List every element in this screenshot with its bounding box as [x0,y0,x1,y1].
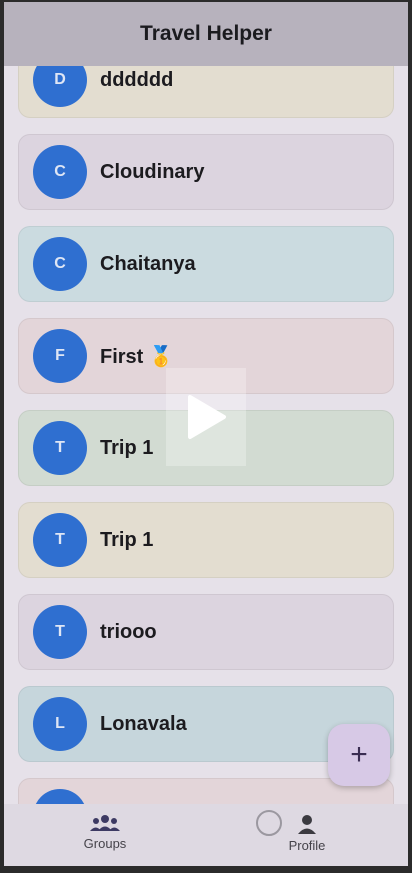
loading-ring-icon [256,810,282,836]
group-avatar: F [33,329,87,383]
nav-groups[interactable]: Groups [4,804,206,866]
group-name: triooo [100,620,157,643]
groups-icon [90,815,120,831]
plus-icon: + [350,738,368,771]
group-avatar: D [33,66,87,107]
group-avatar [33,789,87,804]
nav-groups-label: Groups [83,836,127,851]
group-name: Lonavala [100,712,187,735]
group-card[interactable]: C Cloudinary [18,134,394,210]
group-card[interactable]: T Trip 1 [18,502,394,578]
group-card[interactable]: Ttriooo [18,594,394,670]
app-title: Travel Helper [140,22,272,45]
app-bar: Travel Helper [4,2,408,66]
group-name: First 🥇 [100,345,174,368]
add-group-button[interactable]: + [328,724,390,786]
group-avatar: T [33,605,87,659]
play-icon [188,395,226,439]
person-icon [298,815,316,834]
group-avatar: C [33,145,87,199]
group-name: Chaitanya [100,252,196,275]
group-avatar: T [33,513,87,567]
nav-profile[interactable]: Profile [206,804,408,866]
group-avatar: L [33,697,87,751]
bottom-navigation: Groups Profile [4,804,408,866]
app-screen: Travel Helper Ddddddd C Cloudinary C Chaitan… [4,2,408,866]
group-card[interactable]: C Chaitanya [18,226,394,302]
group-name: Cloudinary [100,160,205,183]
nav-profile-label: Profile [288,838,326,853]
group-name: Trip 1 [100,528,154,551]
video-play-overlay[interactable] [166,368,246,466]
group-avatar: C [33,237,87,291]
group-name: Trip 1 [100,436,154,459]
group-card[interactable]: Ddddddd [18,66,394,118]
group-avatar: T [33,421,87,475]
group-name: dddddd [100,68,174,91]
